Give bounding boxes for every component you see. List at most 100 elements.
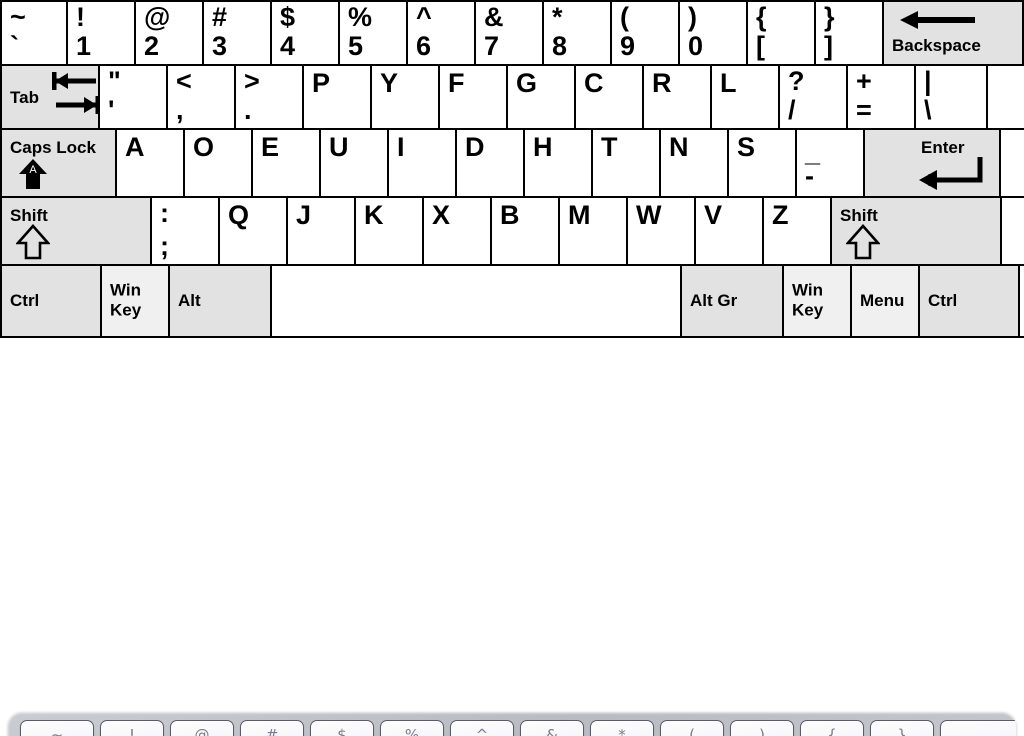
key-label-top: ): [688, 2, 697, 32]
pkey-bracket-right[interactable]: }]: [870, 720, 934, 736]
key-label: Tab: [10, 88, 39, 107]
key-6[interactable]: ^ 6: [408, 2, 476, 64]
pkey-9[interactable]: (9: [660, 720, 724, 736]
pkey-2[interactable]: @2: [170, 720, 234, 736]
key-backslash[interactable]: | \: [916, 66, 988, 128]
key-z[interactable]: Z: [764, 198, 832, 264]
key-h[interactable]: H: [525, 130, 593, 196]
key-label: Win Key: [792, 280, 824, 320]
key-a[interactable]: A: [117, 130, 185, 196]
key-p[interactable]: P: [304, 66, 372, 128]
key-8[interactable]: * 8: [544, 2, 612, 64]
key-tab[interactable]: Tab: [0, 66, 100, 128]
key-i[interactable]: I: [389, 130, 457, 196]
pkey-8[interactable]: *8: [590, 720, 654, 736]
key-grave[interactable]: ~ `: [0, 2, 68, 64]
key-f[interactable]: F: [440, 66, 508, 128]
key-label-top: N: [669, 132, 689, 162]
key-0[interactable]: ) 0: [680, 2, 748, 64]
key-m[interactable]: M: [560, 198, 628, 264]
key-win-left[interactable]: Win Key: [102, 266, 170, 336]
key-minus[interactable]: _ -: [797, 130, 865, 196]
key-shift-left[interactable]: Shift: [0, 198, 152, 264]
key-e[interactable]: E: [253, 130, 321, 196]
key-5[interactable]: % 5: [340, 2, 408, 64]
key-shift-right[interactable]: Shift: [832, 198, 1002, 264]
key-q[interactable]: Q: [220, 198, 288, 264]
pkey-delete[interactable]: delete: [940, 720, 1016, 736]
key-n[interactable]: N: [661, 130, 729, 196]
pkey-3[interactable]: #3: [240, 720, 304, 736]
key-x[interactable]: X: [424, 198, 492, 264]
key-semicolon[interactable]: : ;: [152, 198, 220, 264]
key-label: Caps Lock: [10, 138, 96, 157]
key-alt-gr[interactable]: Alt Gr: [682, 266, 784, 336]
key-label-bottom: 0: [688, 31, 704, 61]
key-7[interactable]: & 7: [476, 2, 544, 64]
key-j[interactable]: J: [288, 198, 356, 264]
key-alt-left[interactable]: Alt: [170, 266, 272, 336]
key-4[interactable]: $ 4: [272, 2, 340, 64]
svg-text:A: A: [29, 164, 37, 176]
key-u[interactable]: U: [321, 130, 389, 196]
pkey-5[interactable]: %5: [380, 720, 444, 736]
key-r[interactable]: R: [644, 66, 712, 128]
key-label-bottom: /: [788, 95, 796, 125]
key-l[interactable]: L: [712, 66, 780, 128]
key-equal[interactable]: + =: [848, 66, 916, 128]
key-v[interactable]: V: [696, 198, 764, 264]
key-9[interactable]: ( 9: [612, 2, 680, 64]
key-s[interactable]: S: [729, 130, 797, 196]
key-comma[interactable]: < ,: [168, 66, 236, 128]
key-label-top: ~: [10, 2, 26, 32]
key-quote[interactable]: " ': [100, 66, 168, 128]
key-label-top: C: [584, 68, 604, 98]
pkey-label-up: *: [618, 726, 626, 736]
key-1[interactable]: ! 1: [68, 2, 136, 64]
key-label-top: U: [329, 132, 349, 162]
pkey-1[interactable]: !1: [100, 720, 164, 736]
key-ctrl-right[interactable]: Ctrl: [920, 266, 1020, 336]
key-2[interactable]: @ 2: [136, 2, 204, 64]
dvorak-layout-schematic: ~ ` ! 1 @ 2 # 3 $ 4 % 5 ^ 6 & 7 * 8 (9 …: [0, 0, 1024, 341]
key-label-top: ?: [788, 66, 805, 96]
pkey-label-up: }: [897, 726, 907, 736]
pkey-6[interactable]: ^6: [450, 720, 514, 736]
key-t[interactable]: T: [593, 130, 661, 196]
key-w[interactable]: W: [628, 198, 696, 264]
key-label-bottom: =: [856, 95, 872, 125]
key-label: Alt Gr: [690, 291, 738, 311]
key-bracket-right[interactable]: } ]: [816, 2, 884, 64]
key-d[interactable]: D: [457, 130, 525, 196]
key-bracket-left[interactable]: { [: [748, 2, 816, 64]
key-b[interactable]: B: [492, 198, 560, 264]
pkey-label-up: &: [546, 726, 558, 736]
key-3[interactable]: # 3: [204, 2, 272, 64]
key-label-top: O: [193, 132, 215, 162]
key-ctrl-left[interactable]: Ctrl: [0, 266, 102, 336]
pkey-grave[interactable]: ~`: [20, 720, 94, 736]
pkey-bracket-left[interactable]: {[: [800, 720, 864, 736]
schematic-home-row: Caps Lock A A O E U I D H T N S _ - Ente…: [0, 130, 1024, 198]
arrow-left-icon: [900, 11, 975, 29]
key-y[interactable]: Y: [372, 66, 440, 128]
key-label-bottom: ]: [824, 31, 833, 61]
key-enter[interactable]: Enter: [865, 130, 1001, 196]
key-caps-lock[interactable]: Caps Lock A: [0, 130, 117, 196]
key-space[interactable]: [272, 266, 682, 336]
key-menu[interactable]: Menu: [852, 266, 920, 336]
key-g[interactable]: G: [508, 66, 576, 128]
key-label-top: Z: [772, 200, 789, 230]
key-slash[interactable]: ? /: [780, 66, 848, 128]
pkey-4[interactable]: $4: [310, 720, 374, 736]
key-o[interactable]: O: [185, 130, 253, 196]
key-c[interactable]: C: [576, 66, 644, 128]
key-k[interactable]: K: [356, 198, 424, 264]
pkey-0[interactable]: )0: [730, 720, 794, 736]
key-label-bottom: 3: [212, 31, 228, 61]
key-win-right[interactable]: Win Key: [784, 266, 852, 336]
pkey-7[interactable]: &7: [520, 720, 584, 736]
key-backspace[interactable]: Backspace: [884, 2, 1024, 64]
key-period[interactable]: > .: [236, 66, 304, 128]
keyboard-chassis: ~` !1 @2 #3 $4 %5 ^6 &7 *8 (9 )0 {[ }] d…: [8, 712, 1016, 736]
